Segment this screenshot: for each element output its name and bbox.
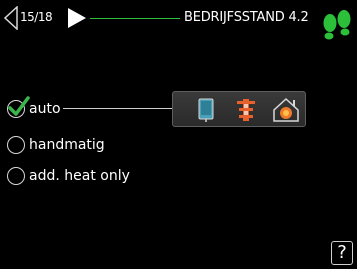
option-handmatig[interactable]: handmatig [7,134,105,156]
option-connector-line [63,108,173,109]
mode-screen: 15/18 BEDRIJFSSTAND 4.2 auto handmatig a… [0,0,357,269]
radio-add-heat-only[interactable] [7,167,25,185]
page-indicator: 15/18 [20,10,53,24]
back-arrow-icon[interactable] [4,6,18,30]
addition-heater-house-icon [273,97,299,122]
option-label-add-heat-only: add. heat only [29,168,130,184]
radio-auto[interactable] [7,96,30,118]
compressor-unit-icon [198,98,214,122]
header-divider [90,18,180,19]
footprints-icon [323,10,351,40]
checkmark-icon [8,96,30,116]
option-add-heat-only[interactable]: add. heat only [7,165,130,187]
help-button[interactable]: ? [331,241,353,265]
page-title: BEDRIJFSSTAND 4.2 [184,10,309,25]
operating-components-panel [172,91,306,127]
forward-arrow-icon[interactable] [67,7,87,29]
radio-handmatig[interactable] [7,136,25,154]
heat-radiator-icon [237,99,255,121]
option-label-auto: auto [29,101,61,117]
option-label-handmatig: handmatig [29,137,105,153]
option-auto[interactable]: auto [7,96,61,120]
